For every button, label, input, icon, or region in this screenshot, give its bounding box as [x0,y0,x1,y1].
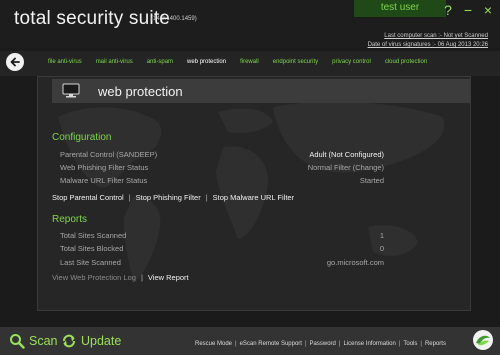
stop-malware-url-filter-link[interactable]: Stop Malware URL Filter [213,193,294,202]
reports-actions: View Web Protection Log | View Report [52,273,189,282]
scan-status: Last computer scan :- Not yet Scanned Da… [368,32,488,50]
remote-support-link[interactable]: eScan Remote Support [240,341,302,347]
tab-cloud-protection[interactable]: cloud protection [385,59,427,65]
total-sites-scanned-label: Total Sites Scanned [60,231,127,240]
window-controls: ? − × [442,2,494,18]
app-title: total security suite [14,8,171,29]
malware-filter-label: Malware URL Filter Status [60,176,148,185]
phishing-filter-value[interactable]: Normal Filter (Change) [308,163,384,172]
total-sites-scanned-value: 1 [379,231,384,240]
tab-mail-anti-virus[interactable]: mail anti-virus [96,59,133,65]
minimize-button[interactable]: − [462,2,474,18]
tools-link[interactable]: Tools [403,341,417,347]
nav-tabs: file anti-virus mail anti-virus anti-spa… [48,59,441,65]
parental-control-value: Adult (Not Configured) [309,150,384,159]
configuration-title: Configuration [52,132,112,143]
parental-control-label: Parental Control (SANDEEP) [60,150,158,159]
monitor-icon [62,83,80,98]
update-label: Update [81,334,122,348]
separator: | [128,193,131,202]
reports-title: Reports [52,214,88,225]
separator: | [304,341,307,347]
view-web-protection-log-link[interactable]: View Web Protection Log [52,273,136,282]
user-tab[interactable]: test user [354,0,446,17]
scan-button[interactable]: Scan [9,333,58,349]
virus-signature-link[interactable]: Date of virus signatures :- 06 Aug 2013 … [368,41,488,50]
page-header: web protection [52,79,470,103]
escan-logo-icon [473,330,493,350]
tab-endpoint-security[interactable]: endpoint security [273,59,318,65]
stop-parental-control-link[interactable]: Stop Parental Control [52,193,124,202]
stop-phishing-filter-link[interactable]: Stop Phishing Filter [136,193,201,202]
separator: | [420,341,422,347]
tab-anti-spam[interactable]: anti-spam [147,59,173,65]
footer-links: Rescue Mode | eScan Remote Support | Pas… [195,341,446,347]
last-site-scanned-value: go.microsoft.com [326,258,384,267]
license-information-link[interactable]: License Information [343,341,395,347]
separator: | [398,341,401,347]
password-link[interactable]: Password [310,341,336,347]
reports-link[interactable]: Reports [425,341,446,347]
page-title: web protection [98,84,183,99]
separator: | [140,273,143,282]
help-button[interactable]: ? [442,2,454,18]
tab-file-anti-virus[interactable]: file anti-virus [48,59,82,65]
update-button[interactable]: Update [61,333,121,349]
separator: | [338,341,341,347]
update-icon [63,334,75,348]
app-version: (14.0.1400.1459) [151,16,197,22]
last-scan-link[interactable]: Last computer scan :- Not yet Scanned [368,32,488,41]
rescue-mode-link[interactable]: Rescue Mode [195,341,232,347]
malware-filter-value: Started [359,176,384,185]
separator: | [235,341,237,347]
close-button[interactable]: × [482,2,494,18]
main-panel: web protection Configuration Parental Co… [37,76,471,311]
back-button[interactable] [6,53,24,71]
phishing-filter-label: Web Phishing Filter Status [60,163,149,172]
view-report-link[interactable]: View Report [148,273,189,282]
scan-label: Scan [29,334,58,348]
back-arrow-icon [10,57,20,67]
scan-icon [10,334,25,349]
total-sites-blocked-value: 0 [379,244,384,253]
tab-firewall[interactable]: firewall [240,59,259,65]
tab-web-protection[interactable]: web protection [187,59,226,65]
total-sites-blocked-label: Total Sites Blocked [60,244,124,253]
tab-privacy-control[interactable]: privacy control [332,59,371,65]
configuration-actions: Stop Parental Control | Stop Phishing Fi… [52,193,294,202]
separator: | [205,193,208,202]
last-site-scanned-label: Last Site Scanned [60,258,121,267]
